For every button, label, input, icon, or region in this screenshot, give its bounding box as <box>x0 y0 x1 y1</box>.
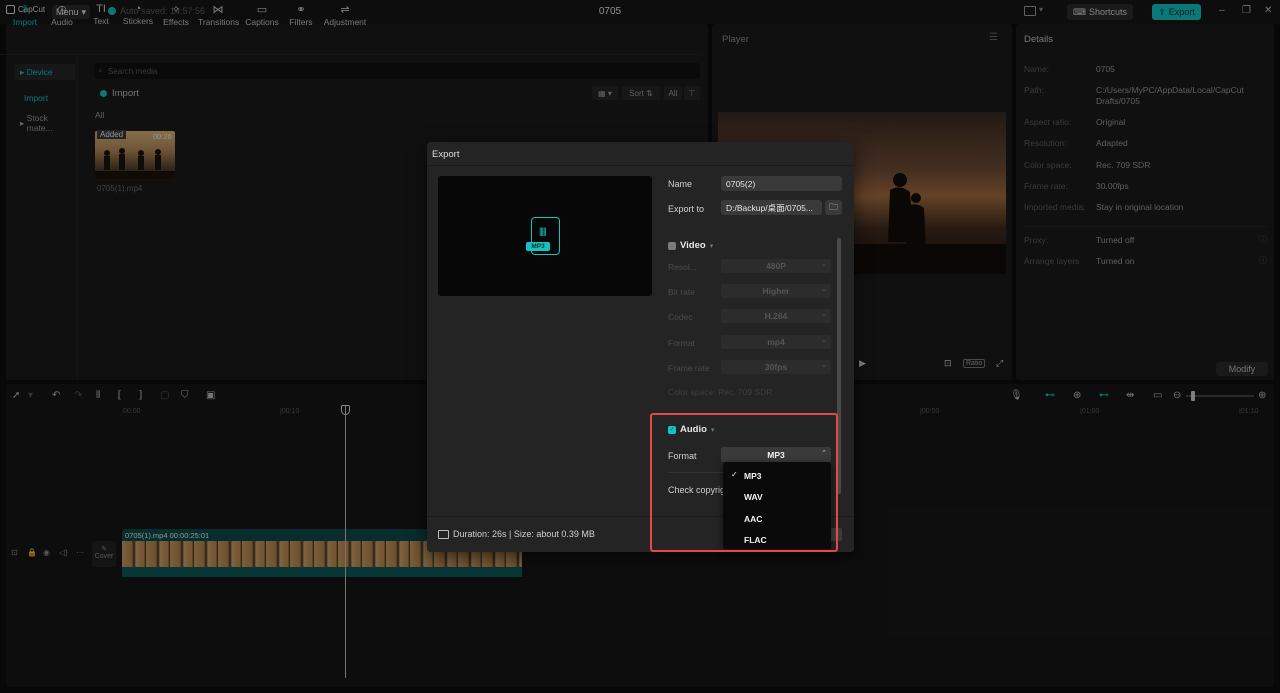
export-path-input[interactable]: D:/Backup/桌面/0705... <box>721 200 822 215</box>
film-icon <box>438 529 449 539</box>
chevron-down-icon: ▾ <box>709 242 714 250</box>
checkbox-unchecked-icon[interactable] <box>668 241 676 250</box>
frame-rate-value: 30fps <box>764 362 788 372</box>
name-label: Name <box>668 179 693 189</box>
bitrate-value: Higher <box>762 286 790 296</box>
codec-value: H.264 <box>764 311 788 321</box>
video-format-value: mp4 <box>767 337 785 347</box>
codec-label: Codec <box>668 312 693 322</box>
frame-rate-select: 30fps ⌄ <box>721 360 831 374</box>
video-section-toggle[interactable]: Video ▾ <box>668 240 713 251</box>
resolution-value: 480P <box>766 261 786 271</box>
chevron-down-icon: ⌄ <box>821 337 827 344</box>
name-input[interactable]: 0705(2) <box>721 176 842 191</box>
video-format-select: mp4 ⌄ <box>721 335 831 349</box>
export-to-label: Export to <box>668 204 705 214</box>
frame-rate-label: Frame rate <box>668 363 710 373</box>
resolution-label: Resol... <box>668 262 697 272</box>
highlight-box <box>650 413 838 552</box>
waveform-icon: ||||| <box>539 226 547 236</box>
folder-icon[interactable]: 🗀 <box>825 200 842 215</box>
chevron-down-icon: ⌄ <box>821 311 827 318</box>
chevron-down-icon: ⌄ <box>821 362 827 369</box>
export-summary-text: Duration: 26s | Size: about 0.39 MB <box>453 529 595 539</box>
color-space-text: Color space: Rec. 709 SDR <box>668 387 773 397</box>
video-format-label: Format <box>668 338 695 348</box>
chevron-down-icon: ⌄ <box>821 261 827 268</box>
codec-select: H.264 ⌄ <box>721 309 831 323</box>
export-summary: Duration: 26s | Size: about 0.39 MB <box>438 529 595 539</box>
export-dialog-title: Export <box>432 149 460 160</box>
video-section-label: Video <box>680 240 706 251</box>
chevron-down-icon: ⌄ <box>821 286 827 293</box>
bitrate-select: Higher ⌄ <box>721 284 831 298</box>
bitrate-label: Bit rate <box>668 287 695 297</box>
file-type-tag: MP3 <box>526 242 550 251</box>
dialog-divider <box>427 165 854 166</box>
resolution-select: 480P ⌄ <box>721 259 831 273</box>
